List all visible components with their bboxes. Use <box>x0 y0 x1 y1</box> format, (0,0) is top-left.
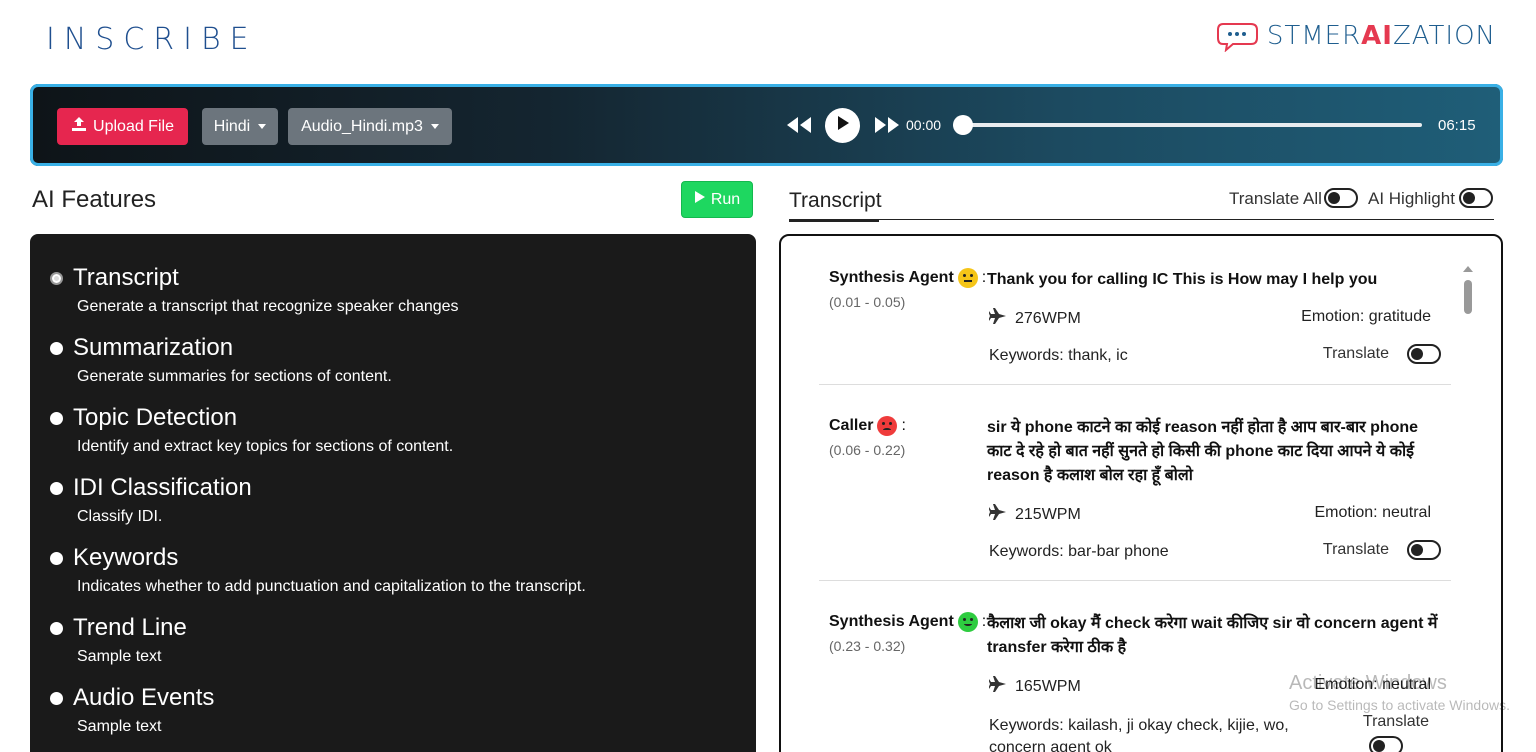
transcript-entry: Caller : (0.06 - 0.22) sir ये phone काटन… <box>819 416 1451 576</box>
seek-handle[interactable] <box>953 115 973 135</box>
translate-all-label: Translate All <box>1229 189 1322 208</box>
play-icon <box>836 115 850 136</box>
keywords-label: Keywords: thank, ic <box>989 347 1128 364</box>
feature-description: Sample text <box>77 648 162 665</box>
radio-button[interactable] <box>50 271 63 285</box>
feature-name: Summarization <box>73 334 234 361</box>
radio-button[interactable] <box>50 691 63 705</box>
translate-all-toggle[interactable] <box>1324 188 1358 208</box>
activate-windows-hint: Go to Settings to activate Windows. <box>1289 697 1510 713</box>
radio-button[interactable] <box>50 341 63 355</box>
speaker-name: Synthesis Agent : <box>829 268 987 288</box>
feature-name: IDI Classification <box>73 474 252 501</box>
upload-file-button[interactable]: Upload File <box>57 108 188 145</box>
feature-name: Trend Line <box>73 614 187 641</box>
translate-label: Translate <box>1322 541 1389 558</box>
wpm-stat: 215WPM <box>988 504 1081 525</box>
keywords-label: Keywords: kailash, ji okay check, kijie,… <box>989 717 1289 752</box>
brand-logo-right: STMERAIZATION <box>1216 20 1496 53</box>
total-time: 06:15 <box>1438 117 1476 134</box>
current-time: 00:00 <box>906 117 942 133</box>
translate-toggle[interactable] <box>1407 344 1441 364</box>
neutral-face-icon <box>957 268 978 288</box>
keywords-label: Keywords: bar-bar phone <box>989 543 1169 560</box>
radio-button[interactable] <box>50 551 63 565</box>
wpm-stat: 276WPM <box>988 308 1081 329</box>
play-icon <box>694 190 706 209</box>
scroll-up-arrow-icon[interactable] <box>1463 266 1473 272</box>
translate-label: Translate <box>1362 713 1429 730</box>
tab-transcript[interactable]: Transcript <box>789 189 882 222</box>
utterance-text: Thank you for calling IC This is How may… <box>987 271 1378 288</box>
translate-toggle[interactable] <box>1407 540 1441 560</box>
time-range: (0.06 - 0.22) <box>829 442 906 458</box>
brand-right-text: STMERAIZATION <box>1266 21 1496 51</box>
feature-description: Sample text <box>77 718 162 735</box>
run-button[interactable]: Run <box>681 181 753 218</box>
rewind-icon[interactable] <box>785 115 813 140</box>
brand-logo: INSCRIBE <box>46 22 258 57</box>
emotion-label: Emotion: gratitude <box>1301 308 1431 325</box>
wpm-stat: 165WPM <box>988 676 1081 697</box>
language-label: Hindi <box>213 117 251 135</box>
caret-down-icon <box>258 124 267 129</box>
airplane-icon <box>988 308 1007 329</box>
utterance-text: sir ये phone काटने का कोई reason नहीं हो… <box>987 419 1419 484</box>
audio-file-label: Audio_Hindi.mp3 <box>301 117 423 135</box>
language-dropdown[interactable]: Hindi <box>202 108 278 145</box>
feature-item[interactable]: Audio Events Sample text <box>50 684 736 736</box>
activate-windows-watermark: Activate Windows <box>1289 672 1447 694</box>
feature-description: Generate a transcript that recognize spe… <box>77 298 459 315</box>
speaker-name: Synthesis Agent : <box>829 612 987 632</box>
feature-description: Indicates whether to add punctuation and… <box>77 578 586 595</box>
audio-player-bar: Upload File Hindi Audio_Hindi.mp3 00:00 … <box>30 84 1503 166</box>
speaker-name: Caller : <box>829 416 906 436</box>
utterance-text: कैलाश जी okay मैं check करेगा wait कीजिए… <box>987 615 1438 656</box>
feature-description: Generate summaries for sections of conte… <box>77 368 392 385</box>
audio-file-dropdown[interactable]: Audio_Hindi.mp3 <box>288 108 452 145</box>
feature-name: Keywords <box>73 544 179 571</box>
feature-item[interactable]: Trend Line Sample text <box>50 614 736 666</box>
run-label: Run <box>710 190 741 208</box>
scrollbar-thumb[interactable] <box>1464 280 1472 314</box>
radio-button[interactable] <box>50 481 63 495</box>
feature-item[interactable]: Summarization Generate summaries for sec… <box>50 334 736 386</box>
upload-file-label: Upload File <box>93 117 174 135</box>
feature-item[interactable]: IDI Classification Classify IDI. <box>50 474 736 526</box>
fast-forward-icon[interactable] <box>873 115 901 140</box>
entry-divider <box>819 384 1451 385</box>
translate-label: Translate <box>1322 345 1389 362</box>
emotion-label: Emotion: neutral <box>1314 504 1431 521</box>
chat-bubble-icon <box>1216 20 1265 53</box>
airplane-icon <box>988 504 1007 525</box>
airplane-icon <box>988 676 1007 697</box>
translate-toggle[interactable] <box>1369 736 1403 752</box>
ai-features-title: AI Features <box>32 186 157 213</box>
feature-description: Identify and extract key topics for sect… <box>77 438 454 455</box>
upload-icon <box>71 116 87 137</box>
happy-face-icon <box>957 612 978 632</box>
feature-item[interactable]: Topic Detection Identify and extract key… <box>50 404 736 456</box>
feature-name: Audio Events <box>73 684 215 711</box>
feature-name: Transcript <box>73 264 179 291</box>
time-range: (0.01 - 0.05) <box>829 294 906 310</box>
feature-item[interactable]: Transcript Generate a transcript that re… <box>50 264 736 316</box>
time-range: (0.23 - 0.32) <box>829 638 906 654</box>
transcript-entry: Synthesis Agent : (0.01 - 0.05) Thank yo… <box>819 268 1451 384</box>
tab-divider <box>789 219 1494 220</box>
feature-item[interactable]: Keywords Indicates whether to add punctu… <box>50 544 736 596</box>
caret-down-icon <box>430 124 439 129</box>
feature-name: Topic Detection <box>73 404 238 431</box>
ai-features-list: Transcript Generate a transcript that re… <box>30 234 756 752</box>
ai-highlight-label: AI Highlight <box>1368 189 1455 208</box>
app-root: INSCRIBE STMERAIZATION Upload File Hindi… <box>0 0 1536 752</box>
sad-face-icon <box>877 416 898 436</box>
play-button[interactable] <box>825 108 860 143</box>
feature-description: Classify IDI. <box>77 508 163 525</box>
radio-button[interactable] <box>50 621 63 635</box>
entry-divider <box>819 580 1451 581</box>
seek-track[interactable] <box>963 123 1422 127</box>
radio-button[interactable] <box>50 411 63 425</box>
ai-highlight-toggle[interactable] <box>1459 188 1493 208</box>
